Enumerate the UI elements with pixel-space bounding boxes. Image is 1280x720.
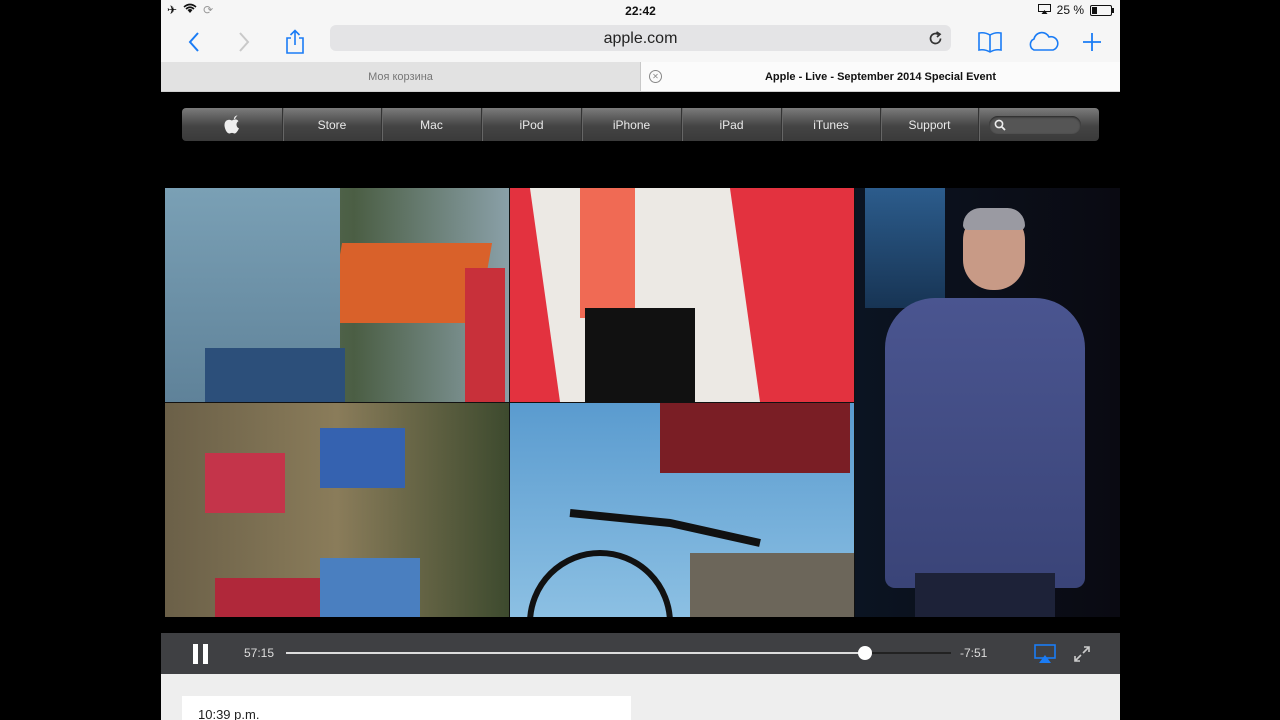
tab-apple-live[interactable]: ✕ Apple - Live - September 2014 Special … <box>641 62 1120 91</box>
nav-ipad[interactable]: iPad <box>682 108 782 141</box>
pause-icon <box>193 644 208 664</box>
chevron-left-icon <box>188 32 199 52</box>
airplay-status-icon <box>1037 3 1051 17</box>
video-panel-runners <box>165 403 509 617</box>
apple-logo-icon <box>224 115 239 134</box>
apple-logo-link[interactable] <box>182 108 283 141</box>
scrubber[interactable] <box>286 646 951 660</box>
status-bar: ✈ ⟳ 22:42 25 % <box>161 0 1120 22</box>
book-icon <box>978 31 1002 53</box>
apple-global-nav: Store Mac iPod iPhone iPad iTunes Suppor… <box>182 108 1099 141</box>
fullscreen-button[interactable] <box>1073 645 1091 663</box>
icloud-tabs-button[interactable] <box>1025 22 1061 62</box>
ipad-screen: ✈ ⟳ 22:42 25 % apple.com Моя корзина ✕ A… <box>161 0 1120 720</box>
nav-search <box>979 108 1099 141</box>
live-blog: 10:39 p.m. <box>161 674 1120 720</box>
entry-timestamp: 10:39 p.m. <box>198 707 260 720</box>
status-time: 22:42 <box>625 4 656 18</box>
nav-iphone[interactable]: iPhone <box>582 108 682 141</box>
nav-store[interactable]: Store <box>283 108 382 141</box>
battery-level <box>1092 6 1097 14</box>
scrubber-handle[interactable] <box>857 646 872 660</box>
chevron-right-icon <box>239 32 250 52</box>
share-button[interactable] <box>281 22 309 62</box>
plus-icon <box>1083 33 1101 51</box>
scrubber-remaining <box>864 652 951 654</box>
airplay-icon <box>1034 644 1056 663</box>
new-tab-button[interactable] <box>1079 22 1105 62</box>
video-panel-road-cyclist <box>510 403 854 617</box>
nav-ipod[interactable]: iPod <box>482 108 582 141</box>
tab-cart[interactable]: Моя корзина <box>161 62 641 91</box>
search-input[interactable] <box>989 115 1081 134</box>
forward-button[interactable] <box>231 22 257 62</box>
video-panel-cyclist <box>165 188 509 402</box>
nav-mac[interactable]: Mac <box>382 108 482 141</box>
elapsed-time: 57:15 <box>244 646 275 660</box>
video-controls: 57:15 -7:51 <box>161 633 1120 674</box>
reload-button[interactable] <box>925 28 945 48</box>
nav-itunes[interactable]: iTunes <box>782 108 881 141</box>
search-icon <box>994 119 1006 131</box>
reload-icon <box>929 30 941 44</box>
tab-bar: Моя корзина ✕ Apple - Live - September 2… <box>161 62 1120 92</box>
battery-percent: 25 % <box>1056 3 1084 17</box>
tab-title: Apple - Live - September 2014 Special Ev… <box>764 70 997 83</box>
pause-button[interactable] <box>191 643 211 665</box>
expand-icon <box>1074 646 1090 662</box>
video-panel-red <box>510 188 854 402</box>
cloud-icon <box>1029 31 1059 51</box>
remaining-time: -7:51 <box>960 646 988 660</box>
back-button[interactable] <box>181 22 207 62</box>
tab-title: Моя корзина <box>368 70 433 83</box>
share-icon <box>286 29 304 54</box>
video-player[interactable] <box>165 188 1120 617</box>
address-bar[interactable]: apple.com <box>330 25 951 51</box>
browser-toolbar: apple.com <box>161 22 1120 62</box>
airplay-button[interactable] <box>1034 644 1056 664</box>
video-panel-presenter <box>855 188 1120 617</box>
bookmarks-button[interactable] <box>975 22 1005 62</box>
battery-icon <box>1090 4 1114 16</box>
close-tab-icon[interactable]: ✕ <box>649 70 662 83</box>
nav-support[interactable]: Support <box>881 108 979 141</box>
live-blog-entry: 10:39 p.m. <box>182 696 631 720</box>
url-text: apple.com <box>603 30 678 47</box>
